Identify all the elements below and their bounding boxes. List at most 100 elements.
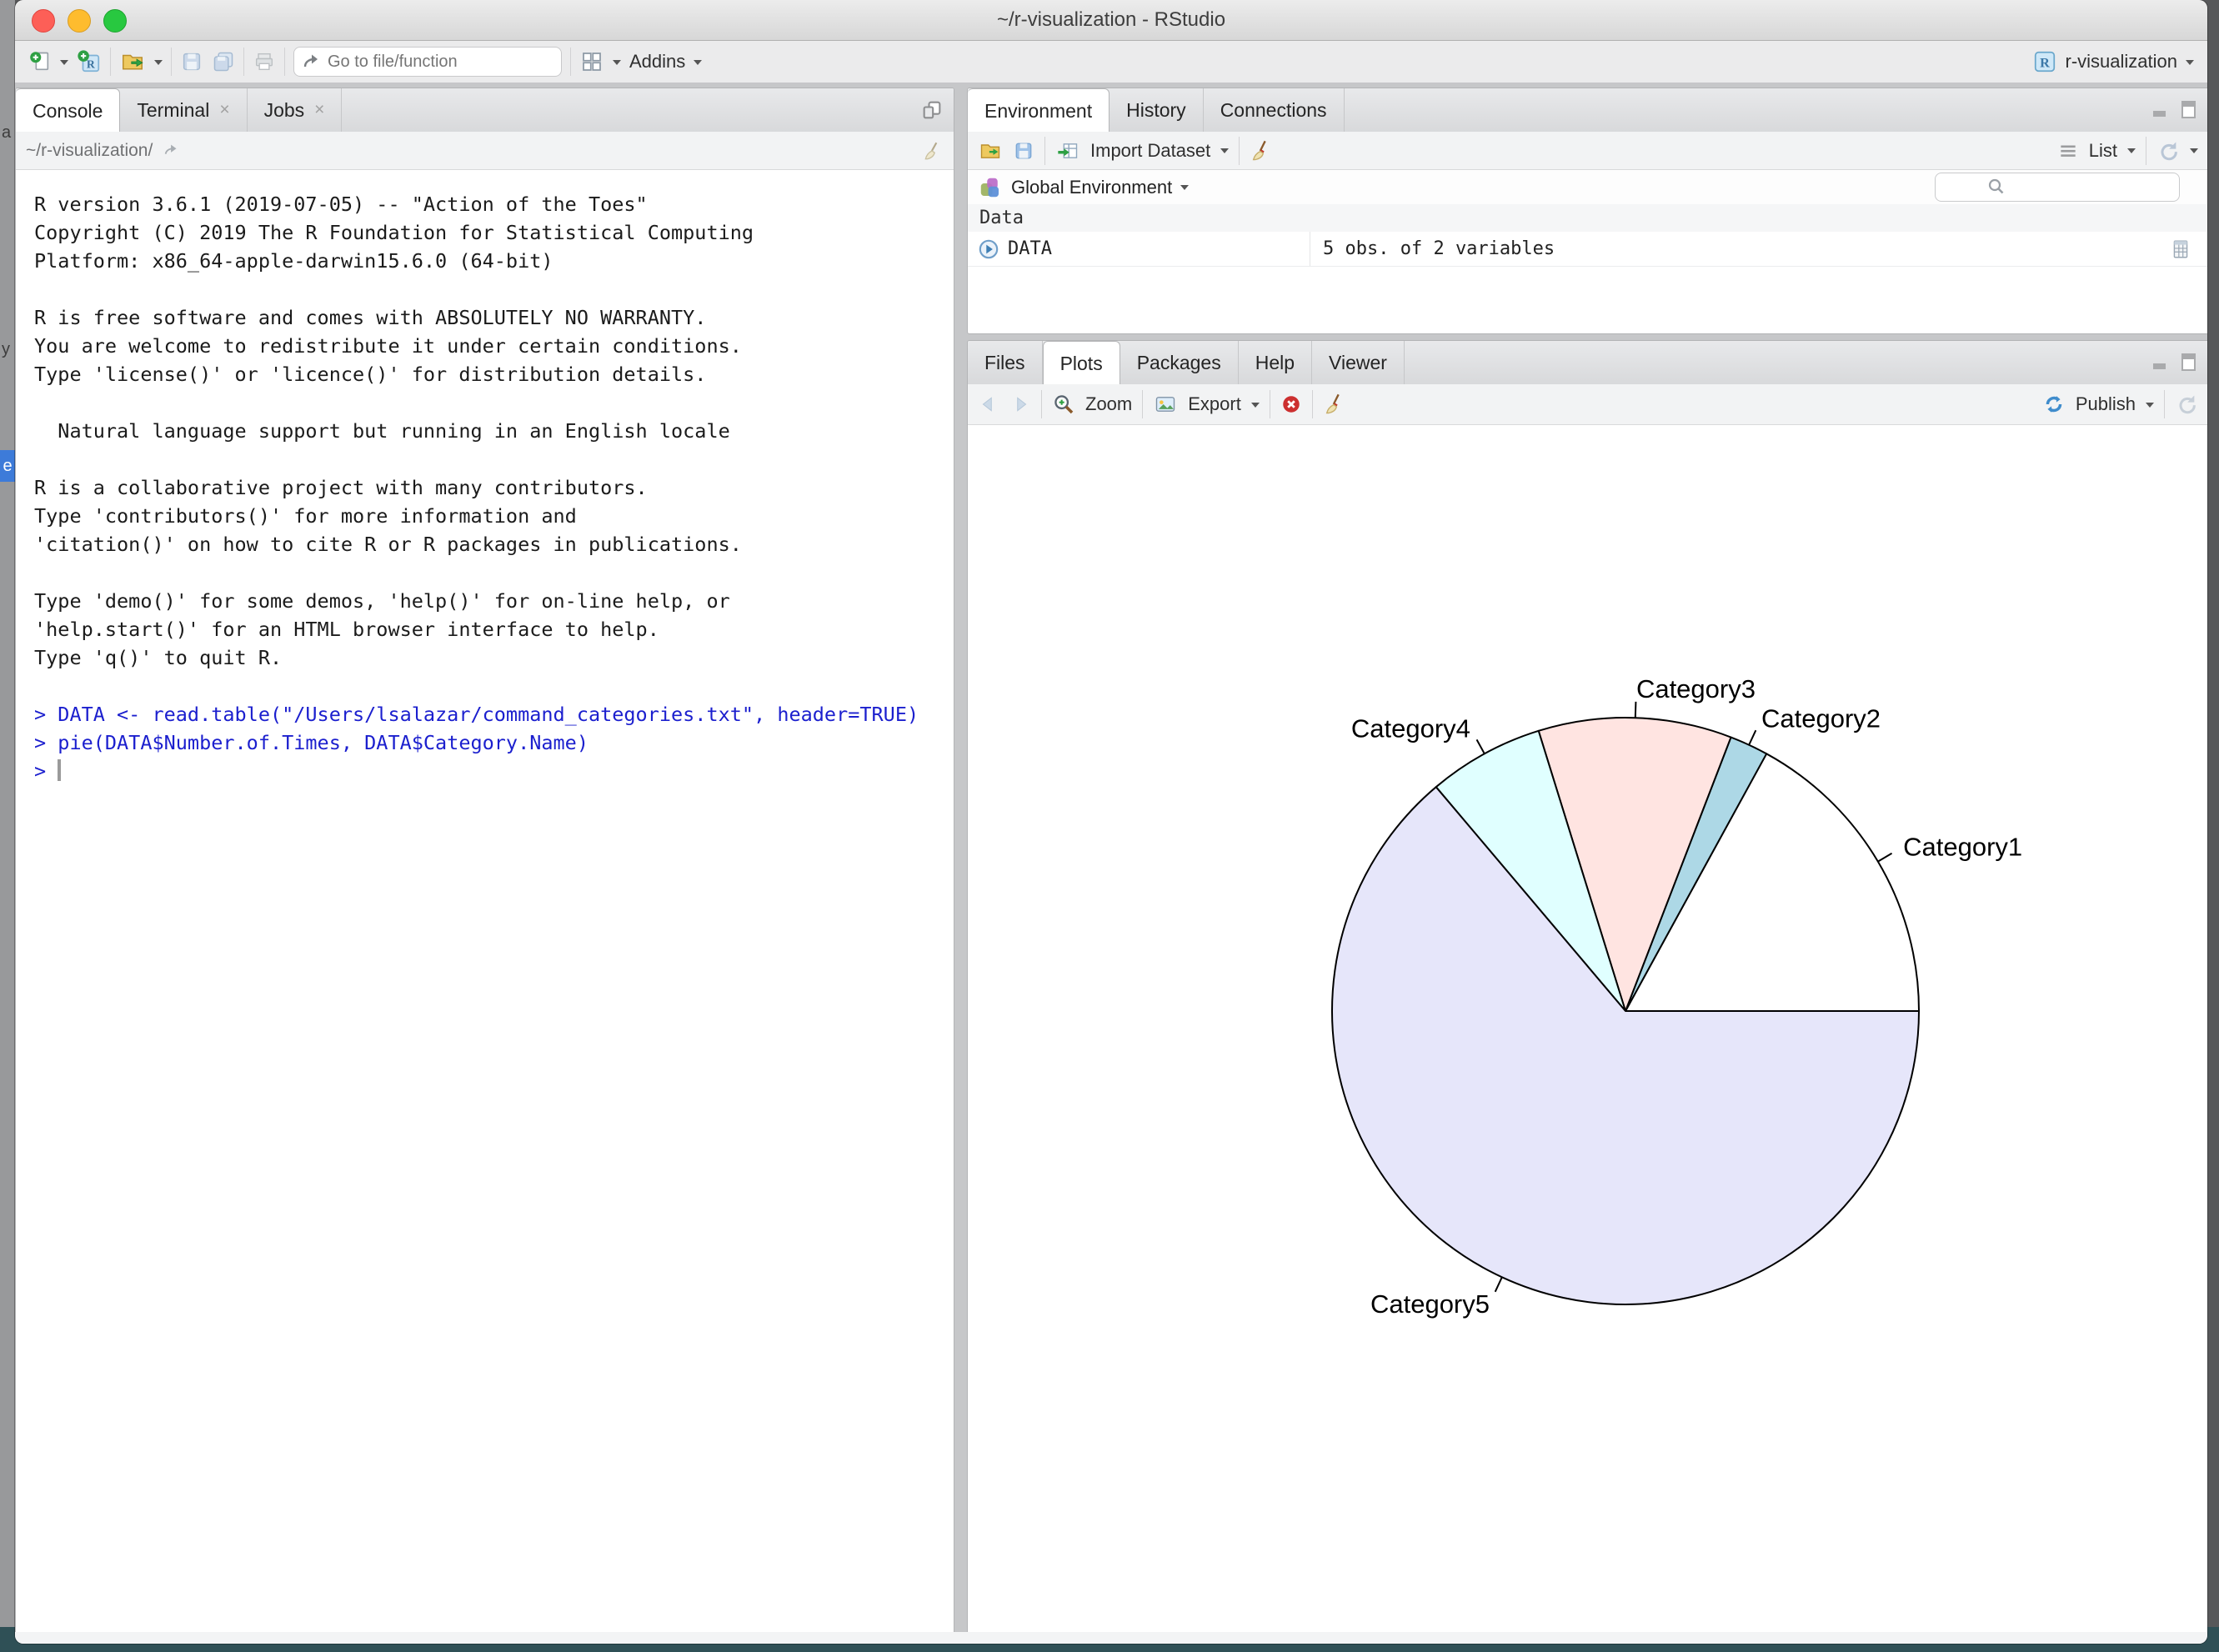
environment-scope-selector[interactable]: Global Environment [1011, 177, 1172, 198]
new-project-icon[interactable]: R [77, 49, 102, 74]
environment-search-input[interactable] [1935, 173, 2180, 202]
pie-label-Category1: Category1 [1903, 833, 2022, 862]
console-output-line [34, 445, 954, 473]
previous-plot-icon[interactable] [978, 393, 999, 415]
environment-stack-icon [978, 175, 1003, 200]
print-icon[interactable] [253, 50, 276, 73]
environment-toolbar: Import Dataset List [968, 132, 2207, 170]
goto-directory-icon[interactable] [163, 142, 181, 160]
svg-text:R: R [87, 58, 96, 71]
plots-tabstrip: Files Plots Packages Help Viewer [968, 341, 2207, 385]
pie-label-Category3: Category3 [1636, 674, 1756, 703]
environment-scope-row: Global Environment [968, 170, 2207, 205]
goto-file-input[interactable] [293, 47, 562, 77]
remove-plot-icon[interactable] [1280, 393, 1302, 415]
environment-object-row[interactable]: DATA 5 obs. of 2 variables [968, 232, 2207, 267]
export-plot-caret[interactable] [1251, 403, 1260, 412]
zoom-plot-icon[interactable] [1052, 393, 1075, 416]
pane-layout-dropdown-caret[interactable] [613, 60, 621, 69]
console-input-line: > DATA <- read.table("/Users/lsalazar/co… [34, 700, 954, 728]
clear-console-broom-icon[interactable] [922, 140, 944, 162]
open-file-dropdown-caret[interactable] [154, 60, 163, 69]
console-output-line: Natural language support but running in … [34, 417, 954, 445]
next-plot-icon[interactable] [1009, 393, 1031, 415]
tab-jobs[interactable]: Jobs× [248, 88, 343, 132]
environment-pane: Environment History Connections [967, 88, 2207, 334]
publish-plot-caret[interactable] [2146, 403, 2154, 412]
project-menu[interactable]: r-visualization [2066, 51, 2178, 73]
popout-console-icon[interactable] [920, 98, 944, 122]
minimize-pane-icon[interactable] [2151, 101, 2171, 119]
console-tabstrip: Console Terminal× Jobs× [16, 88, 954, 133]
console-output-line: Type 'demo()' for some demos, 'help()' f… [34, 587, 954, 615]
clear-environment-broom-icon[interactable] [1250, 139, 1273, 163]
export-plot-icon[interactable] [1153, 393, 1178, 416]
console-output-line: Type 'contributors()' for more informati… [34, 502, 954, 530]
tab-help[interactable]: Help [1239, 341, 1312, 384]
refresh-plot-icon[interactable] [2175, 393, 2198, 416]
tab-terminal[interactable]: Terminal× [120, 88, 247, 132]
clear-all-plots-broom-icon[interactable] [1323, 393, 1346, 416]
sliver-text: y [2, 340, 10, 359]
screen: a y e ~/r-visualization - RStudio R [0, 0, 2219, 1652]
console-output-line: Type 'license()' or 'licence()' for dist… [34, 360, 954, 388]
close-terminal-tab-icon[interactable]: × [219, 100, 229, 120]
zoom-plot-button[interactable]: Zoom [1085, 393, 1132, 415]
maximize-pane-icon[interactable] [2180, 100, 2198, 120]
plot-canvas: Category1Category2Category3Category4Cate… [968, 425, 2207, 1633]
import-dataset-icon[interactable] [1055, 139, 1080, 163]
refresh-environment-icon[interactable] [2156, 139, 2180, 163]
load-workspace-icon[interactable] [978, 139, 1003, 163]
goto-file-search[interactable] [293, 47, 562, 77]
tab-viewer[interactable]: Viewer [1312, 341, 1405, 384]
tab-connections[interactable]: Connections [1204, 88, 1345, 132]
object-summary: 5 obs. of 2 variables [1323, 238, 1555, 259]
view-table-icon[interactable] [2170, 238, 2191, 261]
tab-history[interactable]: History [1110, 88, 1204, 132]
background-window-sliver: a y e [0, 0, 15, 1627]
console-output[interactable]: R version 3.6.1 (2019-07-05) -- "Action … [16, 170, 954, 1633]
pane-layout-icon[interactable] [579, 49, 604, 74]
publish-plot-icon[interactable] [2042, 393, 2066, 416]
tab-packages[interactable]: Packages [1120, 341, 1239, 384]
console-output-line: 'help.start()' for an HTML browser inter… [34, 615, 954, 643]
tab-files[interactable]: Files [968, 341, 1043, 384]
publish-plot-button[interactable]: Publish [2076, 393, 2136, 415]
console-input-line: > pie(DATA$Number.of.Times, DATA$Categor… [34, 728, 954, 757]
addins-dropdown-caret[interactable] [694, 60, 702, 69]
goto-arrow-icon [302, 52, 322, 72]
open-file-icon[interactable] [119, 49, 146, 74]
new-file-dropdown-caret[interactable] [60, 60, 68, 69]
project-icon: R [2032, 49, 2057, 74]
pie-label-tick [1635, 702, 1636, 718]
console-output-line: 'citation()' on how to cite R or R packa… [34, 530, 954, 558]
list-view-icon[interactable] [2057, 140, 2079, 162]
pie-label-tick [1749, 730, 1756, 745]
save-icon[interactable] [180, 50, 203, 73]
import-dataset-button[interactable]: Import Dataset [1090, 140, 1210, 162]
addins-menu[interactable]: Addins [629, 51, 685, 73]
close-jobs-tab-icon[interactable]: × [314, 100, 324, 120]
tab-console[interactable]: Console [16, 88, 120, 133]
new-file-icon[interactable] [28, 50, 52, 73]
expand-object-icon[interactable] [978, 238, 999, 260]
main-toolbar: R [15, 41, 2207, 83]
console-cursor [58, 759, 61, 781]
save-workspace-icon[interactable] [1013, 140, 1034, 162]
export-plot-button[interactable]: Export [1188, 393, 1241, 415]
import-dataset-caret[interactable] [1220, 148, 1229, 158]
refresh-environment-caret[interactable] [2190, 148, 2198, 158]
tab-environment[interactable]: Environment [968, 88, 1110, 133]
minimize-pane-icon[interactable] [2151, 353, 2171, 372]
environment-scope-caret[interactable] [1180, 185, 1189, 194]
list-view-caret[interactable] [2127, 148, 2136, 158]
project-dropdown-caret[interactable] [2186, 60, 2194, 69]
save-all-icon[interactable] [212, 50, 235, 73]
console-output-line [34, 558, 954, 587]
pie-chart: Category1Category2Category3Category4Cate… [968, 425, 2206, 1631]
maximize-pane-icon[interactable] [2180, 353, 2198, 373]
console-output-line: Copyright (C) 2019 The R Foundation for … [34, 218, 954, 247]
tab-plots[interactable]: Plots [1043, 341, 1120, 385]
object-name[interactable]: DATA [1008, 238, 1052, 259]
list-view-button[interactable]: List [2089, 140, 2117, 162]
